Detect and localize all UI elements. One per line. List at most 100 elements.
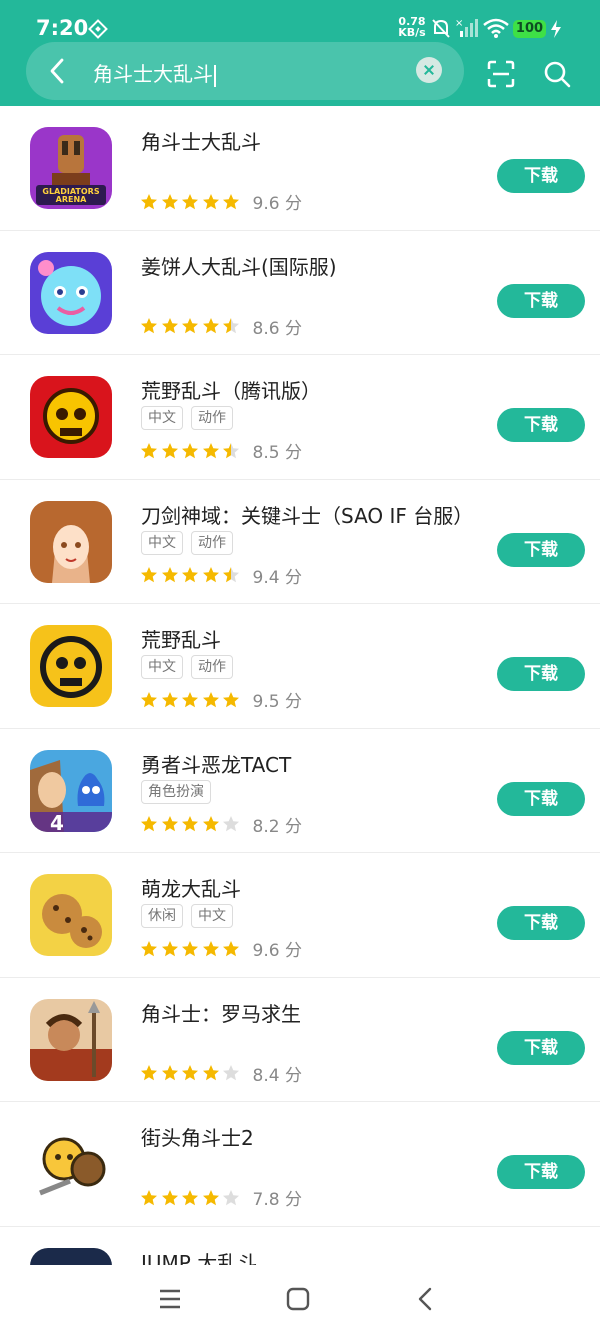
score: 9.6 分 [252, 941, 302, 961]
app-title[interactable]: 姜饼人大乱斗(国际服) [141, 251, 337, 280]
list-item[interactable]: 角斗士：罗马求生 8.4 分 下载 [0, 978, 600, 1102]
star-icon [141, 691, 157, 707]
list-item[interactable]: 街头角斗士2 7.8 分 下载 [0, 1102, 600, 1227]
star-icon [161, 1065, 178, 1081]
star-rating [140, 1064, 243, 1082]
score: 9.4 分 [252, 567, 302, 588]
search-input[interactable]: 角斗士大乱斗 [93, 58, 216, 87]
rating: 9.4 分 [140, 563, 302, 588]
download-button[interactable]: 下载 [497, 657, 585, 691]
scan-icon[interactable] [487, 60, 515, 88]
list-item[interactable]: 荒野乱斗 中文 动作 9.5 分 下载 [0, 604, 600, 729]
star-icon [161, 318, 178, 334]
download-button[interactable]: 下载 [497, 781, 585, 816]
star-icon [182, 691, 198, 707]
mute-bell-icon [432, 19, 450, 38]
star-icon [141, 318, 157, 334]
star-icon [223, 442, 239, 458]
star-icon [202, 193, 219, 209]
search-icon[interactable] [543, 60, 571, 88]
rating: 9.6 分 [140, 189, 302, 214]
svg-text:ARENA: ARENA [56, 195, 88, 204]
list-item[interactable]: 荒野乱斗（腾讯版） 中文 动作 8.5 分 下载 [0, 355, 600, 480]
list-item[interactable]: 4 勇者斗恶龙TACT 角色扮演 8.2 分 下载 [0, 729, 600, 853]
star-icon [202, 442, 219, 458]
cookie-run-icon [30, 251, 112, 334]
download-button[interactable]: 下载 [497, 159, 585, 193]
brawl-stars-yellow-icon [30, 625, 112, 707]
sao-asuna-icon [30, 500, 112, 583]
app-title[interactable]: 角斗士大乱斗 [141, 126, 261, 155]
home-square-icon[interactable] [285, 1286, 311, 1312]
clear-icon[interactable] [416, 57, 442, 83]
search-results-list: GLADIATORS ARENA 角斗士大乱斗 9.6 分 下载 姜饼人大乱斗(… [0, 106, 600, 1333]
list-item[interactable]: GLADIATORS ARENA 角斗士大乱斗 9.6 分 下载 [0, 106, 600, 231]
star-icon [223, 1189, 239, 1205]
nav-back-icon[interactable] [413, 1286, 439, 1312]
star-icon [141, 567, 157, 583]
star-icon [202, 1189, 219, 1205]
star-icon [161, 442, 178, 458]
score: 8.6 分 [252, 318, 302, 339]
wifi-icon [483, 18, 509, 38]
app-title[interactable]: 荒野乱斗 [141, 624, 221, 653]
rating: 8.4 分 [140, 1061, 302, 1086]
cookie-dragon-icon [30, 874, 112, 956]
score: 9.5 分 [252, 692, 302, 712]
app-title[interactable]: 角斗士：罗马求生 [141, 998, 301, 1027]
brawl-stars-red-icon [30, 376, 112, 458]
charging-bolt-icon [551, 20, 561, 38]
download-button[interactable]: 下载 [497, 408, 585, 442]
star-icon [141, 1065, 157, 1081]
rating: 9.6 分 [140, 936, 302, 961]
star-rating [140, 566, 243, 584]
star-icon [202, 567, 219, 583]
download-button[interactable]: 下载 [497, 532, 585, 567]
app-title[interactable]: 勇者斗恶龙TACT [141, 749, 291, 778]
tag-list: 中文 动作 [141, 406, 241, 430]
app-title[interactable]: 街头角斗士2 [141, 1122, 254, 1151]
system-nav-bar [0, 1265, 600, 1333]
star-icon [141, 816, 157, 832]
app-title[interactable]: 萌龙大乱斗 [141, 873, 241, 902]
list-item[interactable]: 姜饼人大乱斗(国际服) 8.6 分 下载 [0, 231, 600, 355]
app-title[interactable]: 荒野乱斗（腾讯版） [141, 375, 321, 404]
star-icon [141, 193, 157, 209]
list-item[interactable]: 刀剑神域：关键斗士（SAO IF 台服） 中文 动作 9.4 分 下载 [0, 480, 600, 604]
net-speed-unit: KB/s [398, 26, 426, 39]
star-rating [140, 815, 243, 833]
star-icon [223, 691, 239, 707]
signal-icon: × [455, 18, 478, 37]
tag: 角色扮演 [141, 779, 211, 804]
star-rating [140, 1189, 243, 1207]
search-bar[interactable] [26, 42, 464, 100]
tag: 中文 [141, 655, 183, 679]
star-icon [182, 816, 198, 832]
list-item[interactable]: 萌龙大乱斗 休闲 中文 9.6 分 下载 [0, 853, 600, 978]
star-icon [182, 442, 198, 458]
star-icon [161, 691, 178, 707]
download-button[interactable]: 下载 [497, 283, 585, 318]
star-icon [161, 1189, 178, 1205]
battery-level: 100 [513, 20, 546, 38]
download-button[interactable]: 下载 [497, 1155, 585, 1189]
tag-list: 中文 动作 [141, 655, 241, 679]
top-bar: 7:20 0.78 KB/s × 100 角斗士大乱斗 [0, 0, 600, 106]
tag-list: 角色扮演 [141, 779, 219, 804]
roman-gladiator-icon [30, 998, 112, 1081]
menu-icon[interactable] [157, 1286, 183, 1312]
rating: 8.6 分 [140, 314, 302, 339]
tag-list: 休闲 中文 [141, 904, 241, 928]
app-title[interactable]: 刀剑神域：关键斗士（SAO IF 台服） [141, 500, 473, 529]
star-icon [202, 691, 219, 707]
star-icon [223, 940, 239, 956]
tag: 中文 [141, 530, 183, 555]
download-button[interactable]: 下载 [497, 1030, 585, 1065]
rating: 8.5 分 [140, 438, 302, 463]
back-arrow-icon[interactable] [46, 57, 68, 85]
tag: 中文 [191, 904, 233, 928]
download-button[interactable]: 下载 [497, 906, 585, 940]
rating: 8.2 分 [140, 812, 302, 837]
star-icon [161, 567, 178, 583]
star-icon [182, 567, 198, 583]
